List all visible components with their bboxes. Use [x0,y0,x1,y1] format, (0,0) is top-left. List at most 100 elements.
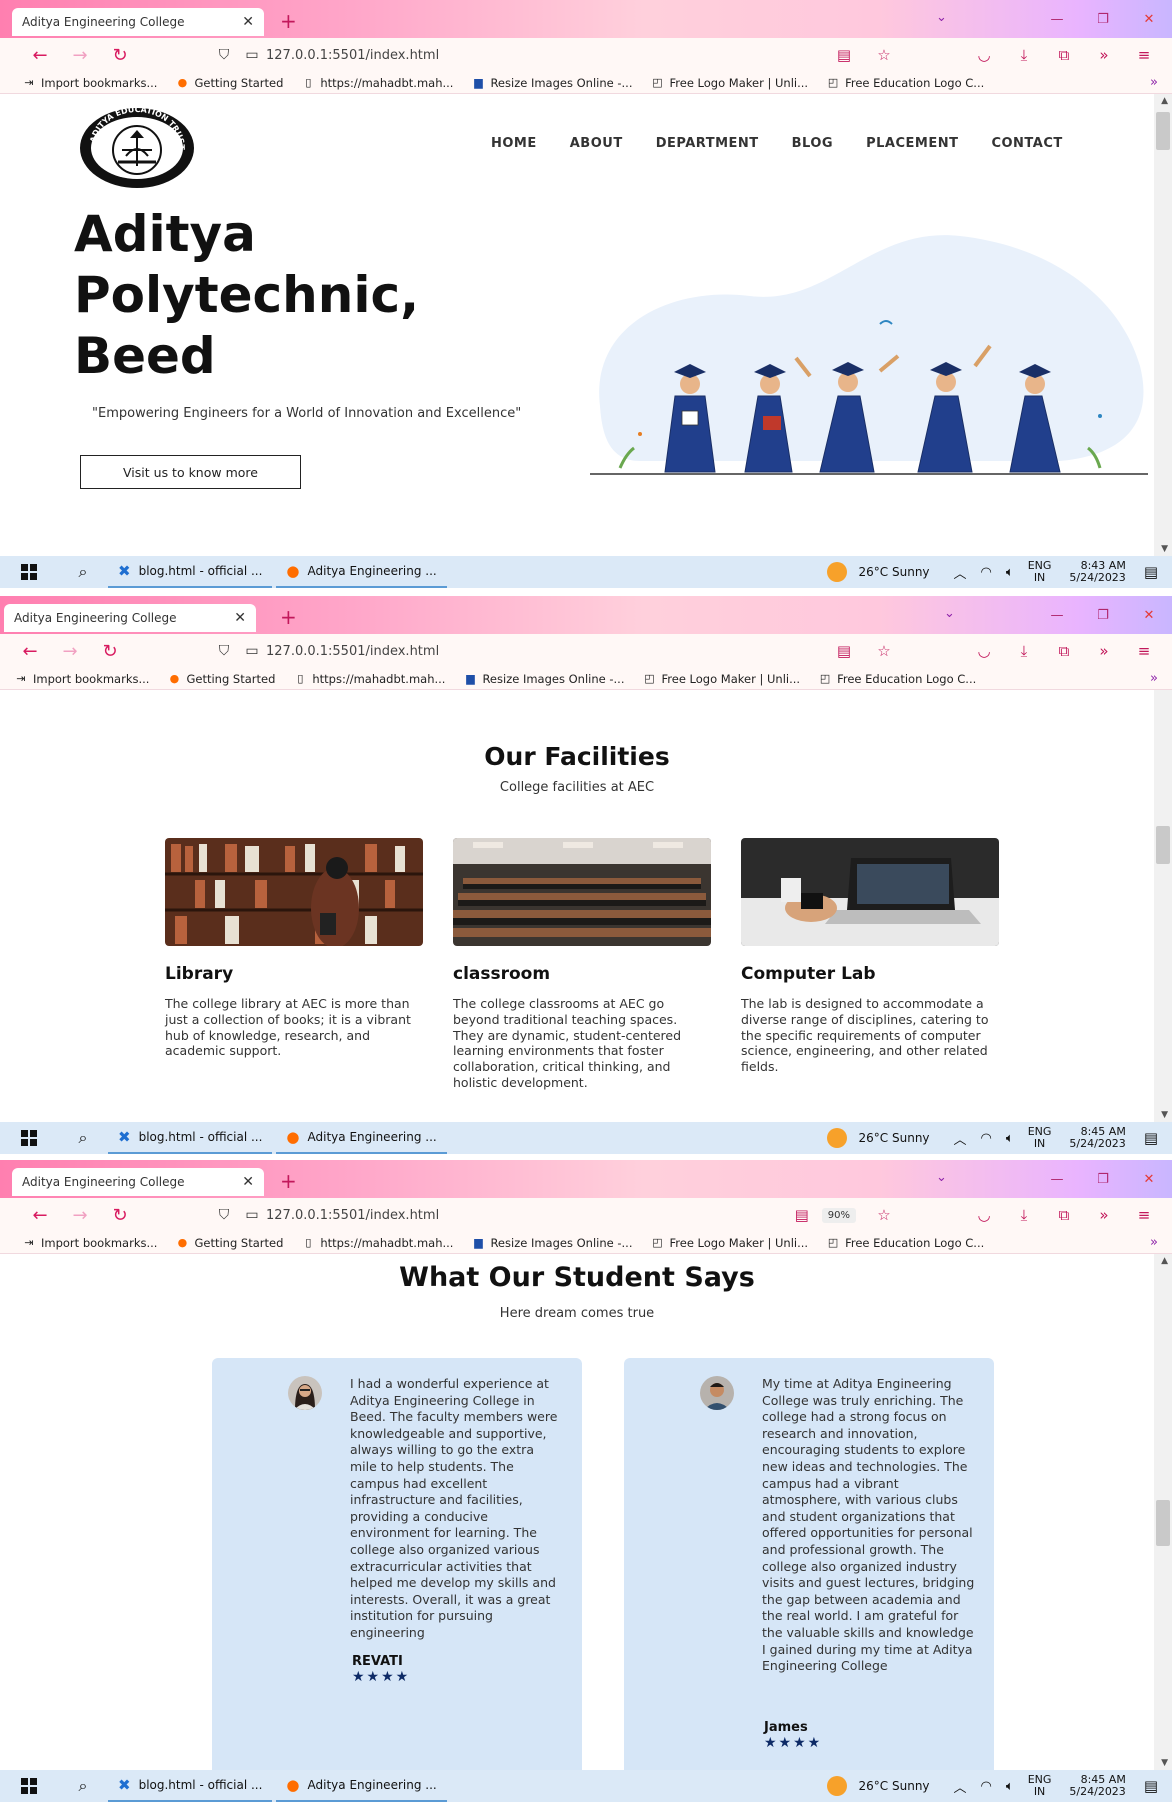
bookmark-star-icon[interactable]: ☆ [864,642,904,660]
pocket-icon[interactable]: ◡ [964,642,1004,660]
extensions-icon[interactable]: ⧉ [1044,46,1084,64]
wifi-icon[interactable]: ◠ [981,1779,992,1794]
reload-icon[interactable]: ↻ [100,1205,140,1226]
bookmark-item[interactable]: ⇥ Import bookmarks... [22,1236,157,1250]
extensions-icon[interactable]: ⧉ [1044,642,1084,660]
scroll-thumb[interactable] [1156,826,1170,864]
bookmark-item[interactable]: ▯ https://mahadbt.mah... [301,1236,453,1250]
nav-department[interactable]: DEPARTMENT [656,136,759,151]
notification-icon[interactable]: ▤ [1144,563,1158,581]
scroll-down-icon[interactable]: ▼ [1161,1110,1168,1120]
bookmark-item[interactable]: ⇥ Import bookmarks... [22,76,157,90]
weather-icon[interactable] [826,562,847,582]
volume-icon[interactable]: 🔈︎ [1006,1779,1014,1794]
page-scrollbar[interactable]: ▲ ▼ [1154,1254,1172,1770]
minimize-icon[interactable]: — [1034,1160,1080,1198]
overflow-chevron-icon[interactable]: » [1084,1206,1124,1224]
scroll-thumb[interactable] [1156,1500,1170,1546]
tray-chevron-icon[interactable]: ︿ [954,1129,967,1148]
page-scrollbar[interactable]: ▼ [1154,690,1172,1122]
restore-icon[interactable]: ❐ [1080,596,1126,634]
search-icon[interactable]: ⌕ [58,1128,108,1148]
taskbar-app-firefox[interactable]: ● Aditya Engineering ... [276,1122,447,1154]
bookmark-item[interactable]: ◰ Free Logo Maker | Unli... [643,672,800,686]
shield-icon[interactable]: ⛉ [210,47,238,63]
close-tab-icon[interactable]: ✕ [242,1174,254,1190]
bookmark-star-icon[interactable]: ☆ [864,46,904,64]
pocket-icon[interactable]: ◡ [964,1206,1004,1224]
windows-start-icon[interactable] [0,1778,58,1794]
weather-text[interactable]: 26°C Sunny [859,1131,930,1145]
new-tab-icon[interactable]: + [280,605,297,629]
list-tabs-icon[interactable]: ⌄ [936,1170,947,1185]
bookmark-item[interactable]: ⇥ Import bookmarks... [14,672,149,686]
reload-icon[interactable]: ↻ [100,45,140,66]
extensions-icon[interactable]: ⧉ [1044,1206,1084,1224]
new-tab-icon[interactable]: + [280,9,297,33]
taskbar-app-firefox[interactable]: ● Aditya Engineering ... [276,556,447,588]
college-logo[interactable]: ADITYA EDUCATION TRUST BEED [78,106,196,190]
clock[interactable]: 8:43 AM 5/24/2023 [1069,560,1125,584]
scroll-down-icon[interactable]: ▼ [1161,1758,1168,1768]
tray-chevron-icon[interactable]: ︿ [954,1777,967,1796]
minimize-icon[interactable]: — [1034,0,1080,38]
download-icon[interactable]: ⤓ [1004,46,1044,64]
bookmark-item[interactable]: ● Getting Started [175,76,284,90]
url-bar[interactable]: ⛉ ▭ 127.0.0.1:5501/index.html [210,637,890,665]
bookmark-item[interactable]: ● Getting Started [175,1236,284,1250]
list-tabs-icon[interactable]: ⌄ [944,606,955,621]
nav-placement[interactable]: PLACEMENT [866,136,958,151]
bookmark-item[interactable]: ◰ Free Logo Maker | Unli... [651,1236,808,1250]
scroll-up-icon[interactable]: ▲ [1161,96,1168,106]
restore-icon[interactable]: ❐ [1080,1160,1126,1198]
notification-icon[interactable]: ▤ [1144,1129,1158,1147]
bookmark-item[interactable]: ▯ https://mahadbt.mah... [301,76,453,90]
overflow-chevron-icon[interactable]: » [1084,642,1124,660]
reader-view-icon[interactable]: ▤ [782,1206,822,1224]
zoom-indicator[interactable]: 90% [821,1207,856,1223]
windows-start-icon[interactable] [0,564,58,580]
close-window-icon[interactable]: ✕ [1126,0,1172,38]
close-tab-icon[interactable]: ✕ [242,14,254,30]
bookmark-item[interactable]: ▆ Resize Images Online -... [463,672,624,686]
volume-icon[interactable]: 🔈︎ [1006,1131,1014,1146]
search-icon[interactable]: ⌕ [58,562,108,582]
language-indicator[interactable]: ENG IN [1028,1126,1052,1150]
weather-text[interactable]: 26°C Sunny [859,565,930,579]
bookmark-item[interactable]: ● Getting Started [167,672,276,686]
shield-icon[interactable]: ⛉ [210,1207,238,1223]
taskbar-app-vscode[interactable]: ✖ blog.html - official ... [108,1770,273,1802]
minimize-icon[interactable]: — [1034,596,1080,634]
more-bookmarks-icon[interactable]: » [1150,1235,1158,1250]
notification-icon[interactable]: ▤ [1144,1777,1158,1795]
url-text[interactable]: 127.0.0.1:5501/index.html [266,1208,439,1223]
volume-icon[interactable]: 🔈︎ [1006,565,1014,580]
download-icon[interactable]: ⤓ [1004,642,1044,660]
scroll-up-icon[interactable]: ▲ [1161,1256,1168,1266]
browser-tab[interactable]: Aditya Engineering College ✕ [4,604,256,632]
browser-tab[interactable]: Aditya Engineering College ✕ [12,1168,264,1196]
bookmark-star-icon[interactable]: ☆ [864,1206,904,1224]
clock[interactable]: 8:45 AM 5/24/2023 [1069,1126,1125,1150]
browser-tab[interactable]: Aditya Engineering College ✕ [12,8,264,36]
close-window-icon[interactable]: ✕ [1126,1160,1172,1198]
weather-icon[interactable] [826,1776,847,1796]
menu-icon[interactable]: ≡ [1124,1206,1164,1224]
forward-icon[interactable]: → [60,1205,100,1226]
restore-icon[interactable]: ❐ [1080,0,1126,38]
close-window-icon[interactable]: ✕ [1126,596,1172,634]
bookmark-item[interactable]: ◰ Free Education Logo C... [826,76,984,90]
bookmark-item[interactable]: ◰ Free Logo Maker | Unli... [651,76,808,90]
menu-icon[interactable]: ≡ [1124,642,1164,660]
close-tab-icon[interactable]: ✕ [234,610,246,626]
nav-about[interactable]: ABOUT [570,136,623,151]
forward-icon[interactable]: → [50,641,90,662]
menu-icon[interactable]: ≡ [1124,46,1164,64]
clock[interactable]: 8:45 AM 5/24/2023 [1069,1774,1125,1798]
taskbar-app-vscode[interactable]: ✖ blog.html - official ... [108,1122,273,1154]
weather-icon[interactable] [826,1128,847,1148]
new-tab-icon[interactable]: + [280,1169,297,1193]
nav-contact[interactable]: CONTACT [991,136,1062,151]
more-bookmarks-icon[interactable]: » [1150,671,1158,686]
wifi-icon[interactable]: ◠ [981,565,992,580]
